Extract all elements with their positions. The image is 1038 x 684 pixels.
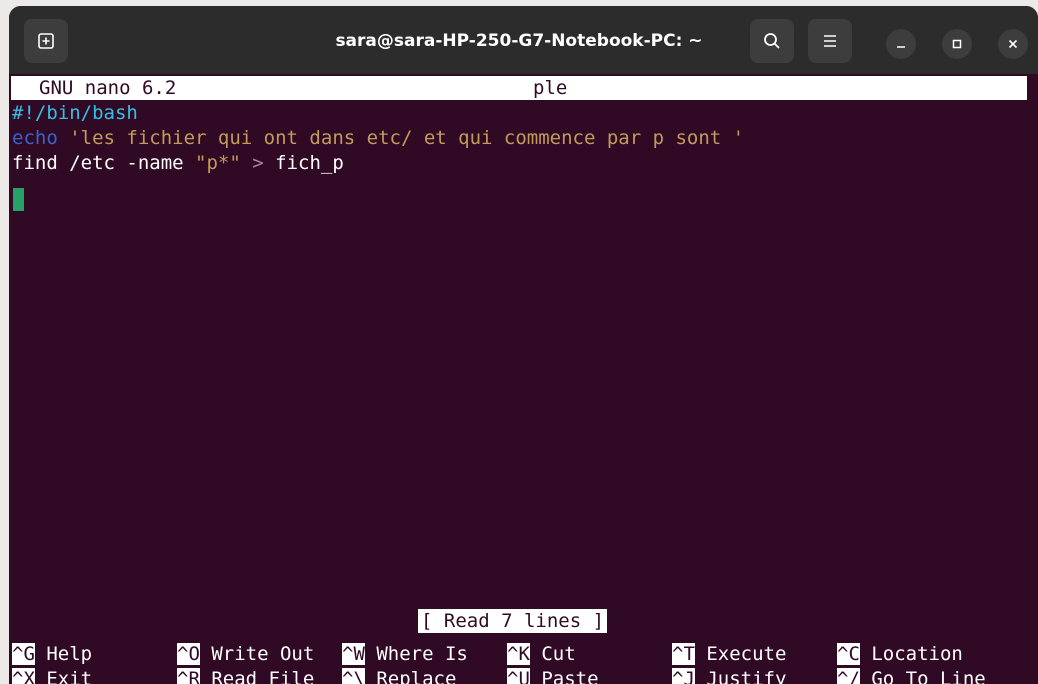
hamburger-menu-icon [824,35,836,47]
shortcut-key: ^T [672,643,695,665]
search-button[interactable] [750,19,794,63]
status-message: [ Read 7 lines ] [418,609,608,633]
shortcut-label: Location [871,643,963,665]
shortcut-write-out[interactable]: ^O Write Out [177,642,314,666]
shortcut-key: ^J [672,668,695,684]
shortcut-label: Exit [46,668,93,684]
echo-keyword: echo [12,127,58,149]
shortcut-key: ^/ [837,668,860,684]
shortcut-label: Read File [211,668,315,684]
shortcut-help[interactable]: ^G Help [12,642,92,666]
shortcut-where-is[interactable]: ^W Where Is [342,642,468,666]
terminal-content[interactable]: GNU nano 6.2 ple #!/bin/bash echo 'les fi… [9,74,1038,684]
editor-line-1[interactable]: #!/bin/bash [12,101,138,125]
menu-button[interactable] [808,19,852,63]
shortcut-key: ^W [342,643,365,665]
output-filename: fich_p [263,152,344,174]
shortcut-go-to-line[interactable]: ^/ Go To Line [837,667,986,684]
shortcut-key: ^K [507,643,530,665]
title-bar: sara@sara-HP-250-G7-Notebook-PC: ~ [9,6,1038,74]
shortcut-label: Help [46,643,93,665]
shortcut-key: ^R [177,668,200,684]
shortcut-label: Go To Line [871,668,986,684]
shortcut-key: ^\ [342,668,365,684]
shortcut-read-file[interactable]: ^R Read File [177,667,314,684]
close-button[interactable] [998,29,1028,59]
minimize-icon [897,46,905,48]
shortcut-key: ^O [177,643,200,665]
shortcut-location[interactable]: ^C Location [837,642,963,666]
new-tab-icon [38,33,54,49]
shebang-comment: #!/bin/bash [12,102,138,124]
new-tab-button[interactable] [24,19,68,63]
text-cursor [13,188,24,211]
shortcut-exit[interactable]: ^X Exit [12,667,92,684]
shortcut-label: Cut [541,643,576,665]
shortcut-label: Where Is [376,643,468,665]
window-title: sara@sara-HP-250-G7-Notebook-PC: ~ [335,31,703,51]
shortcut-label: Replace [376,668,457,684]
close-icon [1008,39,1018,49]
find-command: find /etc -name [12,152,196,174]
minimize-button[interactable] [886,29,916,59]
maximize-icon [952,39,962,49]
shortcut-justify[interactable]: ^J Justify [672,667,786,684]
nano-header-bar: GNU nano 6.2 ple [11,76,1027,100]
echo-string: 'les fichier qui ont dans etc/ et qui co… [69,127,745,149]
redirect-operator: > [252,152,264,174]
nano-version: GNU nano 6.2 [39,77,177,99]
shortcut-replace[interactable]: ^\ Replace [342,667,456,684]
shortcut-label: Paste [541,668,599,684]
editor-line-3[interactable]: find /etc -name "p*" > fich_p [12,151,344,175]
shortcut-label: Justify [706,668,787,684]
shortcut-label: Execute [706,643,787,665]
shortcut-key: ^C [837,643,860,665]
terminal-window: sara@sara-HP-250-G7-Notebook-PC: ~ GNU n… [9,6,1038,684]
search-icon [764,33,780,49]
shortcut-key: ^X [12,668,35,684]
shortcut-cut[interactable]: ^K Cut [507,642,576,666]
shortcut-label: Write Out [211,643,315,665]
shortcut-key: ^G [12,643,35,665]
shortcut-key: ^U [507,668,530,684]
find-pattern-string: "p*" [195,152,241,174]
shortcut-execute[interactable]: ^T Execute [672,642,786,666]
maximize-button[interactable] [942,29,972,59]
editor-line-2[interactable]: echo 'les fichier qui ont dans etc/ et q… [12,126,744,150]
nano-filename: ple [533,77,568,99]
shortcut-paste[interactable]: ^U Paste [507,667,599,684]
